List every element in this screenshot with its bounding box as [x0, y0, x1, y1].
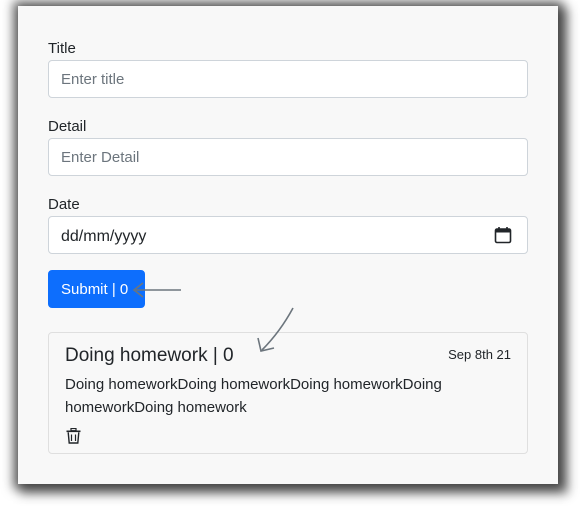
detail-label: Detail [48, 118, 87, 135]
date-input-value: dd/mm/yyyy [61, 228, 147, 245]
date-label: Date [48, 196, 80, 213]
calendar-icon[interactable] [494, 226, 512, 244]
task-card: Doing homework | 0 Sep 8th 21 Doing home… [48, 332, 528, 454]
task-date: Sep 8th 21 [448, 347, 511, 362]
title-label: Title [48, 40, 76, 57]
detail-input[interactable] [48, 138, 528, 176]
task-title: Doing homework | 0 [65, 345, 234, 366]
submit-button[interactable]: Submit | 0 [48, 270, 145, 308]
title-input[interactable] [48, 60, 528, 98]
trash-icon[interactable] [66, 428, 81, 444]
task-detail: Doing homeworkDoing homeworkDoing homewo… [65, 376, 442, 416]
